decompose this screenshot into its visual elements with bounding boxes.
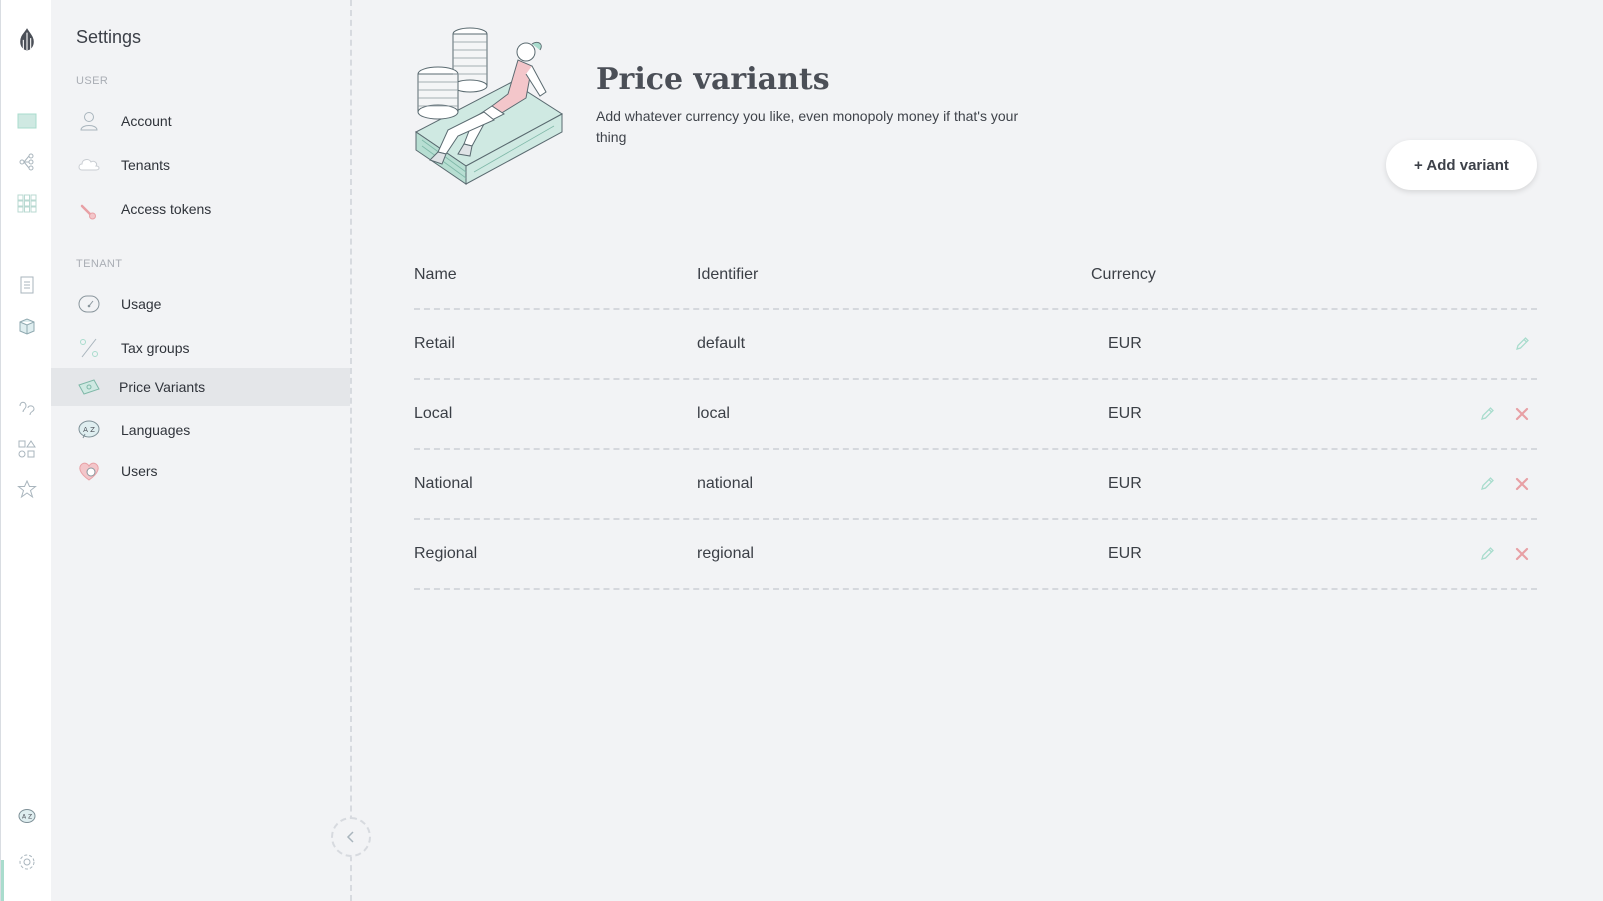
column-header-currency: Currency [1091, 266, 1156, 283]
column-header-name: Name [414, 266, 457, 283]
shapes-icon[interactable] [16, 438, 38, 460]
table-row: Retail default EUR [414, 310, 1537, 380]
section-label-tenant: TENANT [76, 258, 123, 270]
language-icon: A Z [76, 417, 102, 443]
cloud-icon [76, 152, 102, 178]
active-indicator [1, 860, 4, 901]
price-variants-table: Name Identifier Currency Retail default … [414, 248, 1537, 590]
variant-name: National [414, 475, 473, 492]
sidebar-item-label: Users [121, 463, 158, 479]
variant-name: Regional [414, 545, 478, 562]
key-icon [76, 196, 102, 222]
user-icon [76, 108, 102, 134]
gauge-icon [76, 291, 102, 317]
table-row: Local local EUR [414, 380, 1537, 450]
sidebar-item-tenants[interactable]: Tenants [51, 146, 350, 184]
page-title: Price variants [596, 62, 830, 97]
edit-icon[interactable] [1512, 334, 1532, 354]
variant-name: Retail [414, 335, 455, 352]
sidebar-item-tax-groups[interactable]: Tax groups [51, 329, 350, 367]
language-icon[interactable]: A Z [16, 806, 38, 828]
variant-currency: EUR [1108, 545, 1142, 562]
sidebar-item-account[interactable]: Account [51, 102, 350, 140]
sidebar-item-label: Access tokens [121, 201, 212, 217]
variant-identifier: national [697, 475, 754, 492]
grid-icon[interactable] [16, 192, 38, 214]
sidebar-item-price-variants[interactable]: Price Variants [51, 368, 350, 406]
sidebar-item-label: Usage [121, 296, 162, 312]
table-row: National national EUR [414, 450, 1537, 520]
page-subtitle: Add whatever currency you like, even mon… [596, 108, 1019, 145]
box-icon[interactable] [16, 315, 38, 337]
customers-icon[interactable] [16, 397, 38, 419]
section-label-user: USER [76, 75, 109, 87]
edit-icon[interactable] [1477, 404, 1497, 424]
main-content: Price variants Add whatever currency you… [354, 0, 1603, 901]
svg-text:A Z: A Z [22, 814, 32, 821]
edit-icon[interactable] [1477, 474, 1497, 494]
app-rail: A Z [0, 0, 51, 901]
sidebar-item-languages[interactable]: A Z Languages [51, 411, 350, 449]
svg-text:A Z: A Z [83, 426, 95, 434]
tree-icon[interactable] [16, 151, 38, 173]
variant-currency: EUR [1108, 405, 1142, 422]
variant-name: Local [414, 405, 453, 422]
settings-icon[interactable] [16, 851, 38, 873]
sidebar-item-label: Tenants [121, 157, 171, 173]
variant-identifier: regional [697, 545, 754, 562]
sidebar-item-users[interactable]: Users [51, 452, 350, 490]
delete-icon[interactable] [1512, 404, 1532, 424]
star-icon[interactable] [16, 479, 38, 501]
orders-icon[interactable] [16, 274, 38, 296]
sidebar-title: Settings [76, 27, 142, 47]
percent-icon [76, 335, 102, 361]
delete-icon[interactable] [1512, 474, 1532, 494]
variant-identifier: local [697, 405, 730, 422]
column-header-identifier: Identifier [697, 266, 759, 283]
sidebar-item-label: Price Variants [119, 379, 206, 395]
variant-identifier: default [697, 335, 746, 352]
add-variant-button[interactable]: + Add variant [1386, 140, 1537, 190]
logo-icon[interactable] [16, 25, 38, 52]
delete-icon[interactable] [1512, 544, 1532, 564]
settings-sidebar: Settings USER Account Tenants Access tok… [51, 0, 352, 901]
table-header: Name Identifier Currency [414, 248, 1537, 310]
hero-illustration [414, 22, 566, 190]
banknote-icon [76, 374, 102, 400]
sidebar-item-label: Tax groups [121, 340, 190, 356]
catalogue-icon[interactable] [16, 110, 38, 132]
sidebar-item-label: Account [121, 113, 172, 129]
table-row: Regional regional EUR [414, 520, 1537, 590]
sidebar-item-access-tokens[interactable]: Access tokens [51, 190, 350, 228]
variant-currency: EUR [1108, 335, 1142, 352]
edit-icon[interactable] [1477, 544, 1497, 564]
sidebar-item-label: Languages [121, 422, 191, 438]
heart-users-icon [76, 458, 102, 484]
sidebar-item-usage[interactable]: Usage [51, 285, 350, 323]
variant-currency: EUR [1108, 475, 1142, 492]
